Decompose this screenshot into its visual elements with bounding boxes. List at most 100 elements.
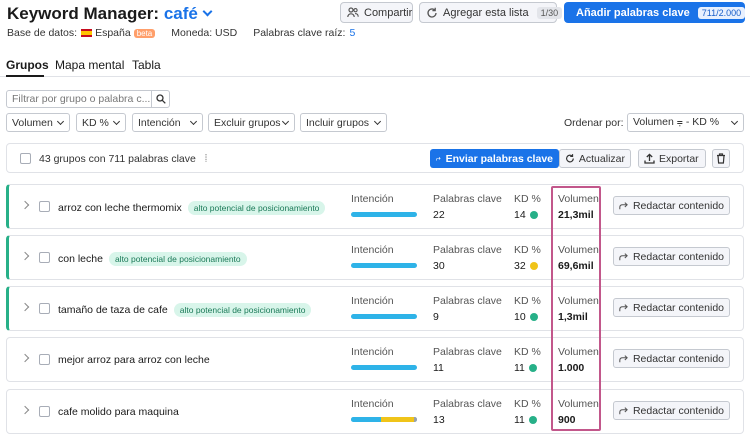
write-content-button[interactable]: Redactar contenido [613,196,730,215]
add-keywords-button[interactable]: Añadir palabras clave 711/2.000 [564,2,746,23]
filter-search-input[interactable] [7,91,152,107]
group-name-text: mejor arroz para arroz con leche [58,354,210,366]
share-arrow-icon [619,252,628,260]
kd-label: KD % [514,346,541,358]
group-row[interactable]: mejor arroz para arroz con leche Intenció… [6,337,744,382]
chevron-right-icon[interactable] [20,302,30,312]
share-arrow-icon [619,406,628,414]
chevron-down-icon [373,117,382,126]
beta-badge: beta [133,28,156,38]
write-content-button[interactable]: Redactar contenido [613,401,730,420]
intent-bar [351,263,417,268]
chevron-down-icon[interactable] [202,6,213,17]
chevron-right-icon[interactable] [20,251,30,261]
row-checkbox[interactable] [39,354,50,365]
kd-number: 11 [514,414,525,426]
intent-bar [351,314,417,319]
share-arrow-icon [619,354,628,362]
group-name-text: tamaño de taza de cafe [58,304,168,316]
currency-label: Moneda: USD [171,27,238,39]
users-icon [347,7,359,18]
write-content-button[interactable]: Redactar contenido [613,349,730,368]
intent-segment [351,212,417,217]
kd-difficulty-dot [528,364,537,372]
intent-segment [380,417,414,422]
send-keywords-button[interactable]: Enviar palabras clave [430,149,559,168]
intent-label: Intención [351,398,394,410]
chevron-down-icon [730,117,739,126]
sort-dropdown[interactable]: Volumen ⩦ - KD % [627,113,744,132]
intent-label: Intención [351,346,394,358]
include-groups-dropdown[interactable]: Incluir grupos [300,113,387,132]
seed-keywords-count[interactable]: 5 [349,27,355,39]
select-all-checkbox[interactable] [20,153,31,164]
summary-text: 43 grupos con 711 palabras clave [39,153,196,165]
group-row[interactable]: con leche alto potencial de posicionamien… [6,235,744,280]
database-value[interactable]: España [95,27,131,39]
intent-bar [351,417,417,422]
row-checkbox[interactable] [39,406,50,417]
chevron-right-icon[interactable] [20,353,30,363]
kd-label: KD % [514,244,541,256]
keywords-label: Palabras clave [433,193,502,205]
kd-value: 32 [514,260,538,272]
volume-label: Volumen [558,346,599,358]
trash-icon [717,153,725,164]
tab-mapa-mental[interactable]: Mapa mental [55,58,124,72]
write-content-label: Redactar contenido [632,199,724,212]
info-icon[interactable] [203,153,209,163]
kd-number: 32 [514,260,526,272]
group-name: mejor arroz para arroz con leche [58,354,210,366]
tab-grupos[interactable]: Grupos [6,58,49,72]
group-name: con leche alto potencial de posicionamien… [58,252,247,266]
keyword-selector[interactable]: café [164,4,213,23]
row-checkbox[interactable] [39,252,50,263]
write-content-label: Redactar contenido [632,250,724,263]
volume-filter-dropdown[interactable]: Volumen [6,113,70,132]
group-row[interactable]: arroz con leche thermomix alto potencial … [6,184,744,229]
sort-label: Ordenar por: [564,117,624,129]
keywords-count: 11 [433,362,444,374]
group-row[interactable]: cafe molido para maquina Intención Palabra… [6,389,744,434]
row-checkbox[interactable] [39,201,50,212]
spain-flag-icon [81,29,93,37]
kd-value: 11 [514,414,537,426]
write-content-button[interactable]: Redactar contenido [613,298,730,317]
intent-filter-dropdown[interactable]: Intención [132,113,203,132]
export-button[interactable]: Exportar [638,149,706,168]
group-name: cafe molido para maquina [58,406,179,418]
row-checkbox[interactable] [39,303,50,314]
kd-value: 11 [514,362,537,374]
keywords-label: Palabras clave [433,346,502,358]
kd-filter-dropdown[interactable]: KD % [76,113,126,132]
intent-label: Intención [351,193,394,205]
write-content-button[interactable]: Redactar contenido [613,247,730,266]
volume-label: Volumen [558,193,599,205]
header: Keyword Manager: café Compartir Agregar … [0,0,750,48]
dropdown-label: Volumen [12,116,53,129]
kd-difficulty-dot [529,211,538,219]
chevron-right-icon[interactable] [20,405,30,415]
group-row[interactable]: tamaño de taza de cafe alto potencial de … [6,286,744,331]
delete-button[interactable] [712,149,730,168]
share-button[interactable]: Compartir [340,2,413,23]
refresh-icon [566,154,574,163]
add-list-button[interactable]: Agregar esta lista 1/30 [419,2,563,23]
export-label: Exportar [659,152,699,165]
intent-bar [351,365,417,370]
groups-toolbar: 43 grupos con 711 palabras clave Enviar … [6,143,744,173]
volume-label: Volumen [558,398,599,410]
exclude-groups-dropdown[interactable]: Excluir grupos [208,113,295,132]
kd-value: 14 [514,209,538,221]
volume-value: 69,6mil [558,260,594,272]
list-count-badge: 1/30 [536,6,563,19]
send-keywords-label: Enviar palabras clave [445,152,553,165]
keywords-label: Palabras clave [433,398,502,410]
keyword-text[interactable]: café [164,4,198,23]
tab-tabla[interactable]: Tabla [132,58,161,72]
chevron-right-icon[interactable] [20,200,30,210]
search-button[interactable] [151,91,169,107]
write-content-label: Redactar contenido [632,352,724,365]
refresh-button[interactable]: Actualizar [559,149,631,168]
refresh-list-icon [427,7,437,18]
